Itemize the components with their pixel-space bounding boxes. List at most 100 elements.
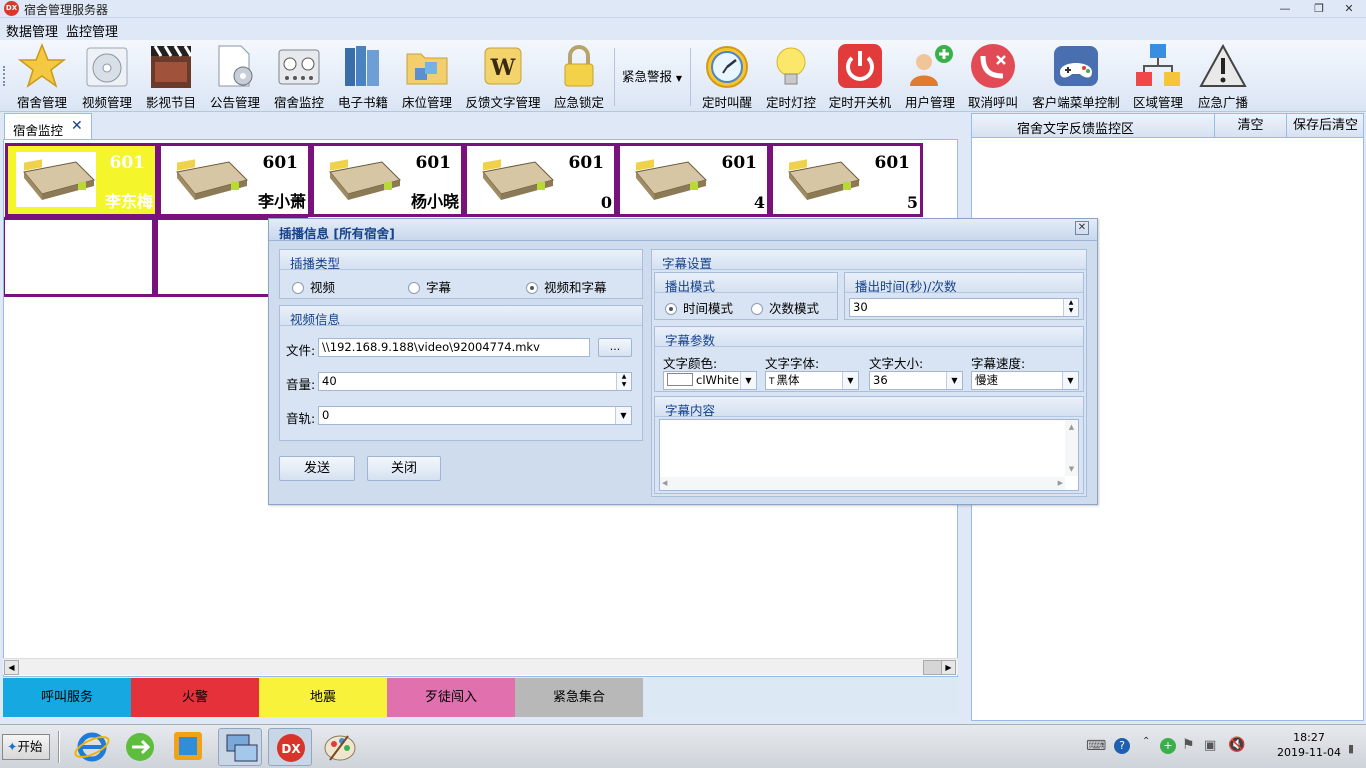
text-color-select[interactable]: clWhite ▼	[663, 371, 757, 390]
intruder-button[interactable]: 歹徒闯入	[387, 678, 515, 717]
show-desktop-icon[interactable]: ▮	[1348, 742, 1354, 755]
chevron-down-icon[interactable]: ▼	[842, 372, 858, 389]
duration-stepper[interactable]: 30 ▲ ▼	[849, 298, 1079, 317]
text-size-select[interactable]: 36 ▼	[869, 371, 963, 390]
close-button[interactable]: ✕	[1338, 1, 1360, 17]
assembly-button[interactable]: 紧急集合	[515, 678, 643, 717]
menu-data-management[interactable]: 数据管理	[6, 21, 58, 40]
chevron-down-icon[interactable]: ▼	[740, 372, 756, 389]
call-service-button[interactable]: 呼叫服务	[3, 678, 131, 717]
scroll-speed-select[interactable]: 慢速 ▼	[971, 371, 1079, 390]
radio-time-mode[interactable]: 时间模式	[665, 298, 733, 317]
tool-notice-management[interactable]: 公告管理	[206, 42, 264, 110]
tool-timed-wakeup[interactable]: 定时叫醒	[698, 42, 756, 110]
tool-label: 用户管理	[904, 95, 955, 110]
close-icon[interactable]: ✕	[71, 118, 83, 134]
volume-label: 音量:	[286, 377, 316, 392]
tool-client-menu-control[interactable]: 客户端菜单控制	[1030, 42, 1122, 110]
spin-arrows-icon[interactable]: ▲ ▼	[616, 373, 631, 390]
tool-dorm-management[interactable]: 宿舍管理	[12, 42, 72, 110]
emergency-bar: 呼叫服务 火警 地震 歹徒闯入 紧急集合	[3, 678, 958, 717]
clear-button[interactable]: 清空	[1214, 114, 1286, 137]
tool-timed-light[interactable]: 定时灯控	[762, 42, 820, 110]
volume-muted-icon[interactable]: 🔇	[1228, 737, 1245, 753]
dialog-close-icon[interactable]: ✕	[1075, 221, 1089, 235]
occupant-name: 4	[753, 193, 765, 212]
track-select[interactable]: 0 ▼	[318, 406, 632, 425]
send-button[interactable]: 发送	[279, 456, 355, 481]
network-icon[interactable]: ▣	[1204, 738, 1216, 753]
network-app-icon[interactable]	[218, 728, 262, 766]
scroll-left-icon[interactable]: ◀	[4, 660, 19, 675]
chevron-down-icon[interactable]: ▼	[1062, 372, 1078, 389]
chevron-down-icon[interactable]: ▼	[615, 407, 631, 424]
occupant-name: 杨小晓	[410, 192, 459, 211]
close-dialog-button[interactable]: 关闭	[367, 456, 441, 481]
text-font-select[interactable]: T 黑体 ▼	[765, 371, 859, 390]
dropdown-icon: ▼	[675, 74, 682, 83]
horizontal-scrollbar[interactable]: ◀ ▶	[3, 658, 958, 675]
help-icon[interactable]: ?	[1114, 738, 1130, 754]
save-clear-button[interactable]: 保存后清空	[1286, 114, 1364, 137]
textarea-hscrollbar[interactable]: ◀ ▶	[660, 477, 1065, 490]
system-clock[interactable]: 18:27 2019-11-04	[1276, 730, 1342, 760]
tray-expand-icon[interactable]: ⌃	[1142, 736, 1150, 747]
scroll-right-icon[interactable]: ▶	[941, 660, 956, 675]
keyboard-icon[interactable]: ⌨	[1086, 738, 1106, 754]
spin-arrows-icon[interactable]: ▲ ▼	[1063, 299, 1078, 316]
restore-button[interactable]: ❐	[1308, 1, 1330, 17]
room-tile[interactable]: 601 5	[770, 143, 923, 217]
tool-emergency-lock[interactable]: 应急锁定	[550, 42, 608, 110]
volume-stepper[interactable]: 40 ▲ ▼	[318, 372, 632, 391]
tool-area-management[interactable]: 区域管理	[1128, 42, 1188, 110]
room-tile[interactable]: 601 4	[617, 143, 770, 217]
radio-video-and-subtitle[interactable]: 视频和字幕	[526, 277, 607, 296]
radio-video[interactable]: 视频	[292, 277, 335, 296]
tool-ebooks[interactable]: 电子书籍	[334, 42, 392, 110]
tool-cancel-call[interactable]: 取消呼叫	[964, 42, 1022, 110]
tool-user-management[interactable]: 用户管理	[900, 42, 960, 110]
menu-monitor-management[interactable]: 监控管理	[66, 21, 118, 40]
title-bar: DX 宿舍管理服务器 — ❐ ✕	[0, 0, 1366, 18]
tool-film-programs[interactable]: 影视节目	[142, 42, 200, 110]
radio-subtitle[interactable]: 字幕	[408, 277, 451, 296]
window-app-icon[interactable]	[166, 728, 210, 766]
start-button[interactable]: ✦开始	[2, 734, 50, 760]
tool-bed-management[interactable]: 床位管理	[398, 42, 456, 110]
file-path-input[interactable]: \\192.168.9.188\video\92004774.mkv	[318, 338, 590, 357]
menu-bar: 数据管理 监控管理	[0, 19, 1366, 40]
group-header: 插播类型	[290, 256, 341, 271]
radio-count-mode[interactable]: 次数模式	[751, 298, 819, 317]
minimize-button[interactable]: —	[1274, 1, 1296, 17]
earthquake-button[interactable]: 地震	[259, 678, 387, 717]
textarea-scrollbar[interactable]: ▲ ▼	[1065, 420, 1078, 476]
browse-button[interactable]: ...	[598, 338, 632, 357]
tool-emergency-broadcast[interactable]: 应急广播	[1194, 42, 1252, 110]
room-tile[interactable]: 601 李小萧	[158, 143, 311, 217]
font-type-icon: T	[769, 377, 775, 387]
ie-icon[interactable]	[70, 728, 114, 766]
chevron-down-icon[interactable]: ▼	[946, 372, 962, 389]
tool-label: 应急锁定	[553, 95, 604, 110]
room-tile[interactable]: 601 杨小晓	[311, 143, 464, 217]
clapperboard-icon	[147, 42, 195, 90]
taskbar-separator	[58, 731, 60, 763]
dx-app-icon[interactable]: DX	[268, 728, 312, 766]
fire-alarm-button[interactable]: 火警	[131, 678, 259, 717]
broadcast-mode-group: 播出模式 时间模式 次数模式	[654, 272, 838, 320]
scroll-thumb[interactable]	[923, 660, 943, 675]
update-icon[interactable]: +	[1160, 738, 1176, 754]
tool-video-management[interactable]: 视频管理	[78, 42, 136, 110]
room-tile[interactable]: 601 0	[464, 143, 617, 217]
browser-green-icon[interactable]	[118, 728, 162, 766]
paint-app-icon[interactable]	[318, 728, 362, 766]
tool-feedback-text-management[interactable]: W 反馈文字管理	[462, 42, 544, 110]
emergency-alarm-dropdown[interactable]: 紧急警报 ▼	[620, 66, 684, 86]
toolbar-grip[interactable]	[3, 66, 6, 86]
flag-icon[interactable]: ⚑	[1182, 737, 1195, 753]
tool-timed-power[interactable]: 定时开关机	[826, 42, 894, 110]
room-tile[interactable]: 601 李东梅	[5, 143, 158, 217]
room-tile-empty[interactable]	[4, 217, 155, 297]
tab-dorm-monitor[interactable]: 宿舍监控 ✕	[4, 113, 92, 139]
tool-dorm-monitor[interactable]: 宿舍监控	[270, 42, 328, 110]
